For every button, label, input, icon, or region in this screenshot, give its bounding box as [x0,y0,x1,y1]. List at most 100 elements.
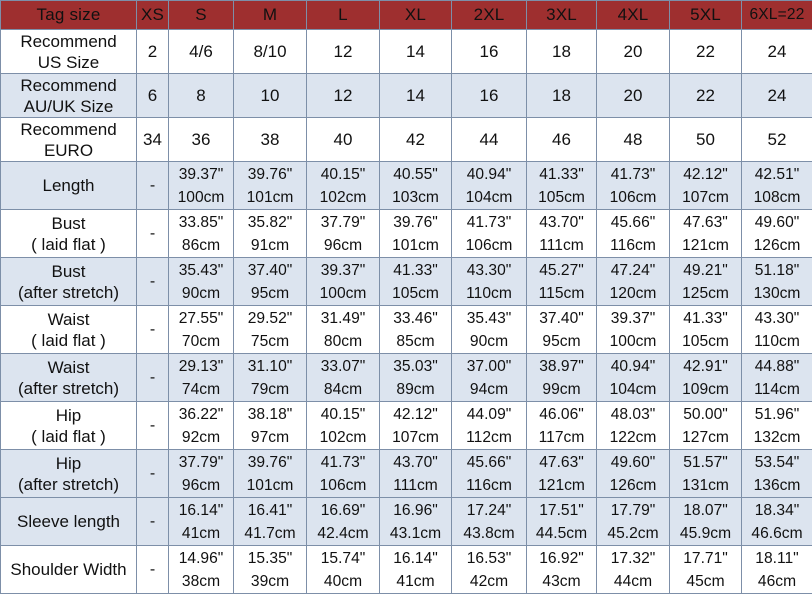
measurement-inches: 40.55" [380,163,451,186]
cell-measurement: 50.00"127cm [670,402,742,450]
cell-measurement: 37.79"96cm [307,210,380,258]
cell-measurement: 31.49"80cm [307,306,380,354]
measurement-cm: 42cm [452,570,526,593]
measurement-cm: 121cm [527,474,596,497]
measurement-inches: 33.07" [307,355,379,378]
measurement-inches: 47.63" [527,451,596,474]
measurement-inches: 37.79" [307,211,379,234]
cell-value: 8 [169,74,234,118]
measurement-inches: 17.79" [597,499,669,522]
header-size-5xl: 5XL [670,1,742,30]
cell-value: 44 [452,118,527,162]
cell-measurement: 47.63"121cm [527,450,597,498]
measurement-cm: 101cm [234,474,306,497]
measurement-cm: 100cm [307,282,379,305]
measurement-inches: 16.96" [380,499,451,522]
measurement-inches: 17.71" [670,547,741,570]
cell-empty-dash: - [137,354,169,402]
cell-measurement: 16.96"43.1cm [380,498,452,546]
table-row: RecommendEURO34363840424446485052 [1,118,812,162]
measurement-cm: 107cm [380,426,451,449]
row-label-recommend-euro: RecommendEURO [1,118,137,162]
measurement-cm: 104cm [452,186,526,209]
measurement-cm: 44cm [597,570,669,593]
cell-measurement: 42.91"109cm [670,354,742,402]
cell-value: 38 [234,118,307,162]
row-label-line1: Bust [51,214,85,233]
cell-measurement: 39.76"101cm [234,162,307,210]
measurement-inches: 14.96" [169,547,233,570]
cell-measurement: 41.73"106cm [307,450,380,498]
cell-measurement: 17.32"44cm [597,546,670,594]
row-label-shoulder-width: Shoulder Width [1,546,137,594]
cell-measurement: 48.03"122cm [597,402,670,450]
cell-value: 14 [380,74,452,118]
row-label-line1: Waist [48,310,90,329]
table-body: RecommendUS Size24/68/1012141618202224Re… [1,30,812,594]
cell-measurement: 16.92"43cm [527,546,597,594]
measurement-cm: 126cm [742,234,812,257]
row-label-sleeve-length: Sleeve length [1,498,137,546]
table-row: Waist(after stretch)-29.13"74cm31.10"79c… [1,354,812,402]
cell-measurement: 43.70"111cm [380,450,452,498]
cell-empty-dash: - [137,450,169,498]
cell-measurement: 39.76"101cm [234,450,307,498]
measurement-cm: 111cm [380,474,451,497]
cell-empty-dash: - [137,546,169,594]
row-label-waist-laid-flat: Waist( laid flat ) [1,306,137,354]
measurement-inches: 45.66" [597,211,669,234]
cell-measurement: 44.09"112cm [452,402,527,450]
measurement-inches: 31.49" [307,307,379,330]
header-size-2xl: 2XL [452,1,527,30]
measurement-cm: 116cm [597,234,669,257]
measurement-cm: 95cm [234,282,306,305]
measurement-inches: 42.12" [380,403,451,426]
measurement-inches: 47.63" [670,211,741,234]
measurement-inches: 47.24" [597,259,669,282]
measurement-inches: 49.60" [742,211,812,234]
measurement-inches: 43.30" [742,307,812,330]
measurement-cm: 114cm [742,378,812,401]
cell-value: 2 [137,30,169,74]
measurement-inches: 41.33" [527,163,596,186]
row-label-line2: ( laid flat ) [1,330,136,351]
measurement-inches: 43.70" [380,451,451,474]
measurement-cm: 95cm [527,330,596,353]
measurement-cm: 94cm [452,378,526,401]
measurement-cm: 102cm [307,186,379,209]
measurement-inches: 17.24" [452,499,526,522]
measurement-inches: 41.73" [452,211,526,234]
header-row: Tag size XS S M L XL 2XL 3XL 4XL 5XL 6XL… [1,1,812,30]
cell-value: 34 [137,118,169,162]
measurement-inches: 37.00" [452,355,526,378]
row-label-line1: Waist [48,358,90,377]
table-row: Hip(after stretch)-37.79"96cm39.76"101cm… [1,450,812,498]
measurement-cm: 96cm [169,474,233,497]
row-label-line1: Recommend [20,76,116,95]
measurement-inches: 33.46" [380,307,451,330]
measurement-inches: 29.52" [234,307,306,330]
measurement-inches: 41.33" [670,307,741,330]
cell-value: 18 [527,74,597,118]
cell-measurement: 37.00"94cm [452,354,527,402]
cell-value: 14 [380,30,452,74]
cell-measurement: 53.54"136cm [742,450,812,498]
cell-value: 16 [452,74,527,118]
measurement-cm: 101cm [234,186,306,209]
cell-value: 18 [527,30,597,74]
measurement-inches: 35.43" [452,307,526,330]
measurement-cm: 41.7cm [234,522,306,545]
cell-measurement: 37.40"95cm [234,258,307,306]
cell-measurement: 39.76"101cm [380,210,452,258]
measurement-inches: 15.74" [307,547,379,570]
cell-measurement: 14.96"38cm [169,546,234,594]
table-row: Sleeve length-16.14"41cm16.41"41.7cm16.6… [1,498,812,546]
row-label-hip-laid-flat: Hip( laid flat ) [1,402,137,450]
row-label-bust-laid-flat: Bust( laid flat ) [1,210,137,258]
measurement-inches: 38.97" [527,355,596,378]
measurement-inches: 16.14" [169,499,233,522]
row-label-line2: US Size [1,52,136,73]
measurement-inches: 41.73" [597,163,669,186]
measurement-inches: 42.91" [670,355,741,378]
cell-measurement: 16.14"41cm [380,546,452,594]
